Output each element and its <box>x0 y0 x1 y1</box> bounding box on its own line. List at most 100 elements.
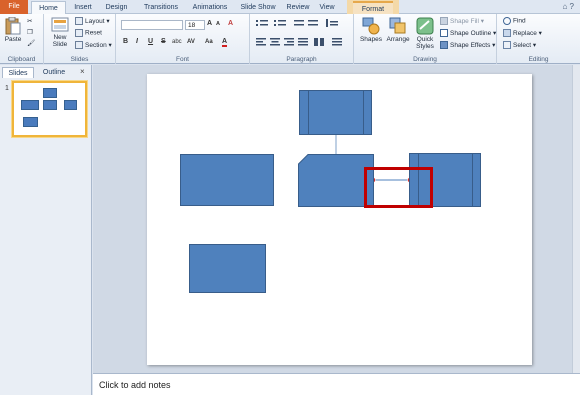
section-icon <box>75 41 83 50</box>
layout-button[interactable]: Layout ▾ <box>75 17 110 26</box>
select-icon <box>503 41 511 50</box>
divider-line <box>472 154 473 206</box>
connector-lines <box>335 135 413 183</box>
reset-button[interactable]: Reset <box>75 29 102 37</box>
new-slide-label: New Slide <box>52 34 68 48</box>
shapes-button[interactable]: Shapes <box>359 17 383 43</box>
paragraph-group: Paragraph <box>250 14 354 64</box>
shape-outline-label: Shape Outline <box>450 30 492 37</box>
ribbon-tabs: File Home Insert Design Transitions Anim… <box>0 0 580 14</box>
select-button[interactable]: Select ▾ <box>503 41 536 50</box>
connector-highlight-box <box>364 167 433 208</box>
cut-icon[interactable]: ✂ <box>27 17 32 25</box>
shape-effects-icon <box>440 41 448 50</box>
copy-icon[interactable]: ❐ <box>27 28 33 36</box>
drawing-group: Shapes Arrange Quick Styles Shape Fill ▾… <box>354 14 497 64</box>
thumbnail-shape <box>23 117 38 127</box>
layout-label: Layout <box>85 18 105 25</box>
shadow-button[interactable]: abc <box>172 39 182 45</box>
shape-fill-button[interactable]: Shape Fill ▾ <box>440 17 484 26</box>
snip-corner-shape[interactable] <box>298 154 374 207</box>
shape-outline-icon <box>440 29 448 38</box>
clipboard-group: Paste ✂ ❐ 🖌 Clipboard <box>0 14 44 64</box>
shapes-label: Shapes <box>359 36 383 43</box>
find-icon <box>503 17 511 25</box>
change-case-button[interactable]: Aa <box>205 39 213 45</box>
thumbnail-shape <box>43 100 57 110</box>
shrink-font-button[interactable]: A <box>216 21 220 27</box>
shape-outline-button[interactable]: Shape Outline ▾ <box>440 29 496 38</box>
shape-fill-icon <box>440 17 448 26</box>
thumbnail-shape <box>64 100 77 110</box>
replace-label: Replace <box>513 30 537 37</box>
font-group: 18 A A A B I U S abc AV Aa A Font <box>116 14 250 64</box>
quick-styles-label: Quick Styles <box>416 36 434 50</box>
reset-label: Reset <box>85 29 102 37</box>
section-label: Section <box>85 42 107 49</box>
slides-panel: Slides Outline × 1 <box>0 65 92 395</box>
tab-format[interactable]: Format <box>353 1 393 14</box>
tab-design[interactable]: Design <box>100 1 133 14</box>
help-icon[interactable]: ⌂ ? <box>562 2 574 11</box>
rectangle-shape-bottom[interactable] <box>189 244 266 293</box>
arrange-button[interactable]: Arrange <box>384 17 412 43</box>
section-button[interactable]: Section ▾ <box>75 41 112 50</box>
paragraph-group-label: Paragraph <box>286 56 317 63</box>
find-label: Find <box>513 17 526 25</box>
new-slide-button[interactable]: New Slide <box>47 17 73 48</box>
editing-group-label: Editing <box>528 56 549 63</box>
clear-formatting-button[interactable]: A <box>228 20 233 27</box>
shapes-icon <box>362 17 380 35</box>
paste-icon <box>5 17 21 35</box>
font-color-button[interactable]: A <box>222 38 228 47</box>
arrange-icon <box>389 17 406 34</box>
tab-home[interactable]: Home <box>31 1 66 14</box>
paragraph-icons <box>256 19 342 46</box>
replace-icon <box>503 29 511 38</box>
slides-group-label: Slides <box>70 56 89 63</box>
tab-file[interactable]: File <box>0 0 28 14</box>
select-label: Select <box>513 42 532 49</box>
tab-transitions[interactable]: Transitions <box>137 1 185 14</box>
find-button[interactable]: Find <box>503 17 526 25</box>
shape-effects-label: Shape Effects <box>450 42 491 49</box>
strikethrough-button[interactable]: S <box>161 38 166 45</box>
bold-button[interactable]: B <box>123 38 128 45</box>
notes-pane[interactable]: Click to add notes <box>93 373 580 395</box>
rectangle-shape-left[interactable] <box>180 154 274 206</box>
close-icon[interactable]: × <box>80 67 85 76</box>
tab-review[interactable]: Review <box>284 1 312 14</box>
font-group-label: Font <box>175 56 189 63</box>
tab-slides[interactable]: Slides <box>2 67 34 78</box>
new-slide-icon <box>51 17 69 32</box>
font-name-field[interactable] <box>121 20 183 30</box>
underline-button[interactable]: U <box>148 38 153 45</box>
quick-styles-button[interactable]: Quick Styles <box>412 17 438 50</box>
layout-icon <box>75 17 83 26</box>
slide-number: 1 <box>5 85 9 92</box>
ribbon: Paste ✂ ❐ 🖌 Clipboard New Slide Layout ▾… <box>0 14 580 64</box>
quick-styles-icon <box>416 17 434 35</box>
grow-font-button[interactable]: A <box>207 20 212 27</box>
tab-view[interactable]: View <box>316 1 338 14</box>
thumbnail-shape <box>21 100 39 110</box>
paste-label: Paste <box>4 36 22 43</box>
paste-button[interactable]: Paste <box>2 17 24 43</box>
slide-canvas[interactable] <box>147 74 532 365</box>
tab-outline[interactable]: Outline <box>38 67 70 78</box>
reset-icon <box>75 29 83 37</box>
replace-button[interactable]: Replace ▾ <box>503 29 542 38</box>
shape-fill-label: Shape Fill <box>450 18 479 25</box>
slides-group: New Slide Layout ▾ Reset Section ▾ Slide… <box>44 14 116 64</box>
tab-animations[interactable]: Animations <box>188 1 232 14</box>
shape-effects-button[interactable]: Shape Effects ▾ <box>440 41 495 50</box>
character-spacing-button[interactable]: AV <box>187 39 195 45</box>
tab-slide-show[interactable]: Slide Show <box>236 1 280 14</box>
slide-thumbnail[interactable] <box>12 81 87 137</box>
italic-button[interactable]: I <box>136 38 138 45</box>
format-painter-icon[interactable]: 🖌 <box>27 39 35 47</box>
clipboard-group-label: Clipboard <box>7 56 36 63</box>
tab-insert[interactable]: Insert <box>70 1 96 14</box>
vertical-scrollbar[interactable] <box>572 65 580 373</box>
font-size-field[interactable]: 18 <box>185 20 205 30</box>
